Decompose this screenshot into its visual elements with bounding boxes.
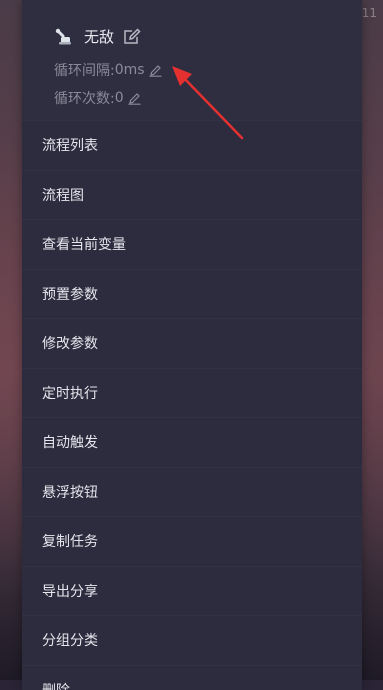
annotation-arrow-icon [162, 60, 252, 144]
menu-item-scheduled-run[interactable]: 定时执行 [22, 368, 362, 418]
task-title-row: 无敌 [54, 26, 142, 47]
menu-item-copy-task[interactable]: 复制任务 [22, 516, 362, 566]
menu-item-flow-chart[interactable]: 流程图 [22, 170, 362, 220]
task-title: 无敌 [84, 26, 114, 47]
loop-count-value: 0 [115, 90, 124, 106]
loop-count-label: 循环次数: [54, 88, 115, 108]
status-corner-text: 11 [362, 6, 377, 20]
pencil-icon[interactable] [149, 64, 162, 77]
menu-item-delete[interactable]: 删除 [22, 665, 362, 690]
menu-item-view-variables[interactable]: 查看当前变量 [22, 219, 362, 269]
menu-item-export-share[interactable]: 导出分享 [22, 566, 362, 616]
loop-interval-row[interactable]: 循环间隔: 0ms [54, 60, 162, 80]
menu-item-floating-button[interactable]: 悬浮按钮 [22, 467, 362, 517]
edit-square-icon[interactable] [122, 27, 142, 47]
robot-arm-icon [54, 27, 74, 47]
task-action-menu: 流程列表 流程图 查看当前变量 预置参数 修改参数 定时执行 自动触发 悬浮按钮… [22, 120, 362, 690]
menu-item-edit-params[interactable]: 修改参数 [22, 318, 362, 368]
menu-item-preset-params[interactable]: 预置参数 [22, 269, 362, 319]
loop-count-row[interactable]: 循环次数: 0 [54, 88, 141, 108]
menu-item-group-category[interactable]: 分组分类 [22, 615, 362, 665]
menu-item-auto-trigger[interactable]: 自动触发 [22, 417, 362, 467]
loop-interval-value: 0ms [115, 62, 145, 78]
task-menu-panel: 无敌 循环间隔: 0ms 循环次数: 0 [22, 0, 362, 690]
loop-interval-label: 循环间隔: [54, 60, 115, 80]
task-header: 无敌 循环间隔: 0ms 循环次数: 0 [22, 0, 362, 120]
pencil-icon[interactable] [128, 92, 141, 105]
